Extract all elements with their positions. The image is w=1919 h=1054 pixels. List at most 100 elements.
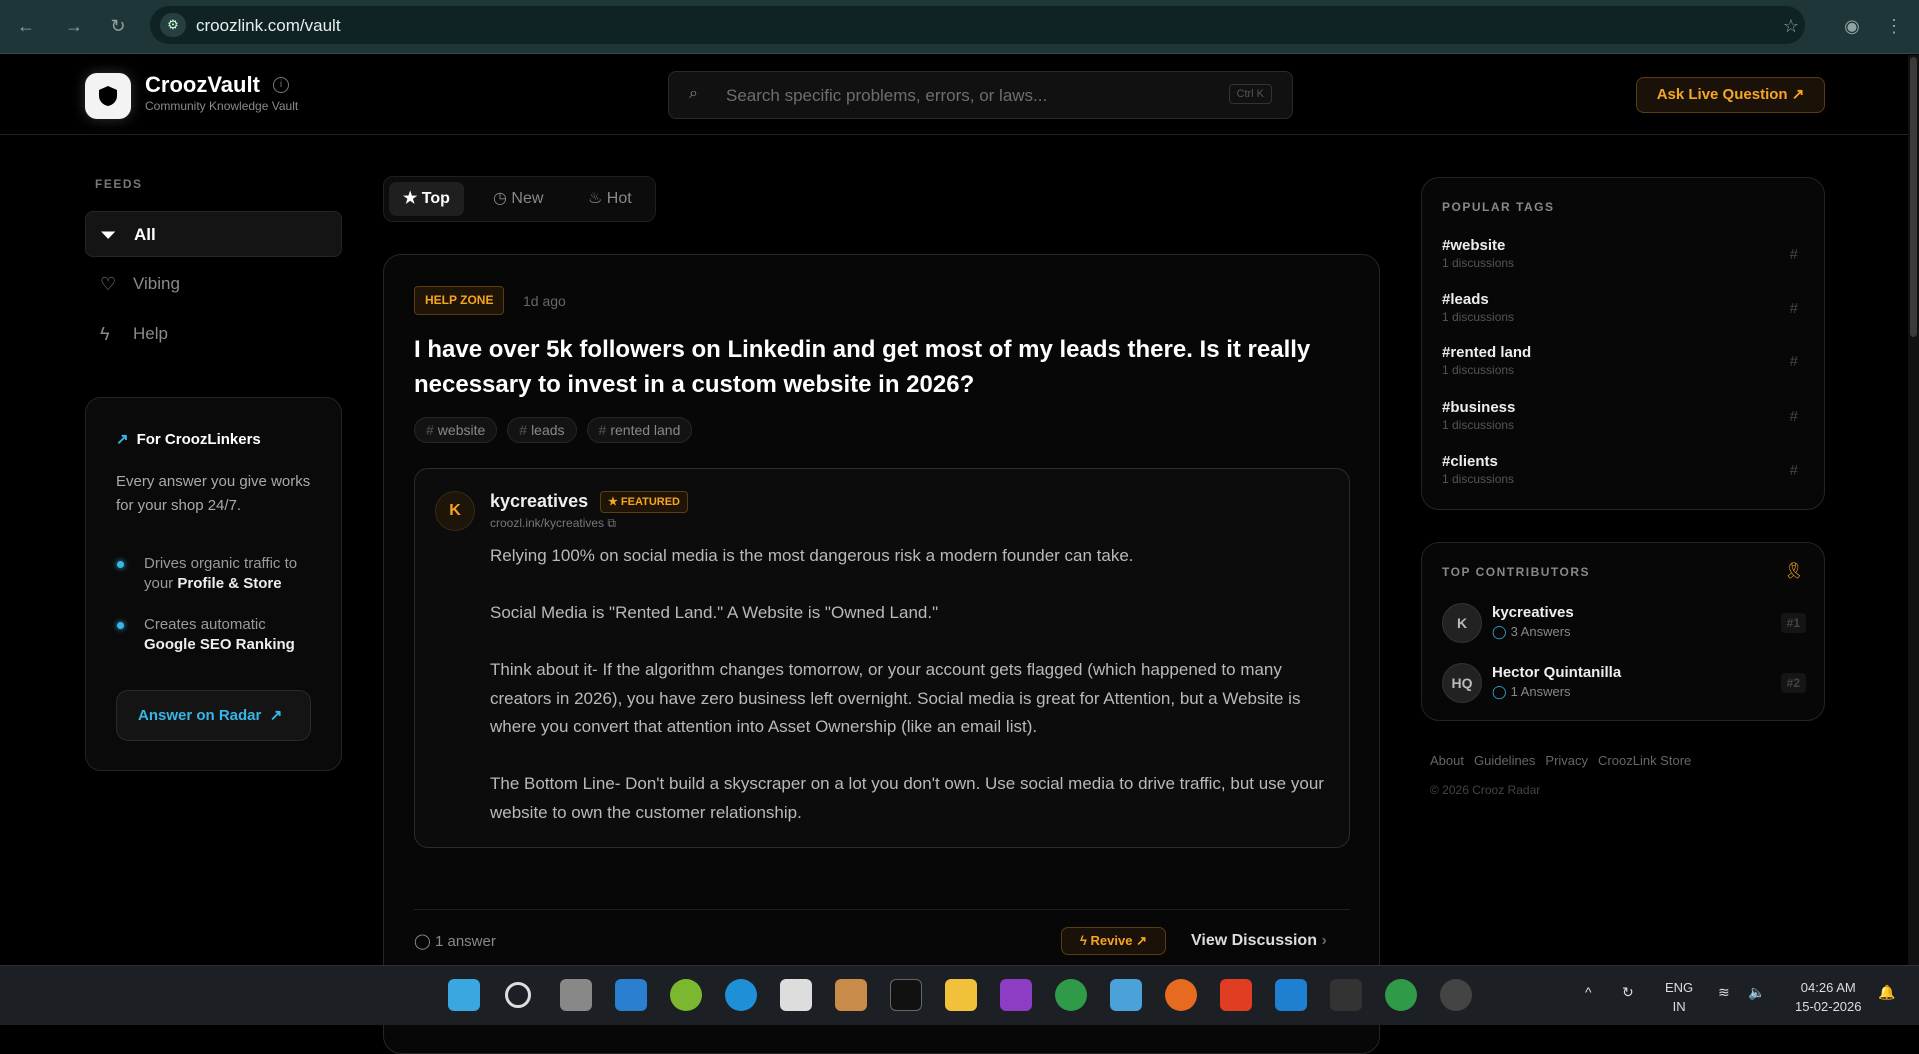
task-view-icon[interactable]	[560, 979, 592, 1011]
volume-icon[interactable]: 🔈	[1748, 984, 1765, 1001]
browser-toolbar: ← → ↻ ⚙ croozlink.com/vault ☆ ◉ ⋮	[0, 0, 1919, 54]
avatar[interactable]: K	[435, 491, 475, 531]
contributor-item[interactable]: HQHector Quintanilla◯1 Answers#2	[1442, 663, 1806, 703]
popular-tags-card: POPULAR TAGS #website1 discussions# #lea…	[1421, 177, 1825, 510]
brave-icon[interactable]	[1220, 979, 1252, 1011]
app-icon[interactable]	[670, 979, 702, 1011]
firefox-icon[interactable]	[1165, 979, 1197, 1011]
url-text: croozlink.com/vault	[196, 16, 341, 36]
terminal-icon[interactable]	[1330, 979, 1362, 1011]
brand-subtitle: Community Knowledge Vault	[145, 99, 298, 113]
card-title: TOP CONTRIBUTORS	[1442, 565, 1590, 579]
hash-icon: #	[1790, 353, 1798, 370]
filter-icon: ⏷	[101, 212, 115, 258]
footer-link[interactable]: Privacy	[1545, 753, 1588, 768]
hash-icon: #	[1790, 246, 1798, 263]
search-icon: ⌕	[689, 85, 698, 103]
category-badge[interactable]: HELP ZONE	[414, 286, 504, 315]
answer-count[interactable]: ◯ 1 answer	[414, 932, 496, 950]
promo-text: Every answer you give works for your sho…	[116, 470, 316, 518]
tag-chip[interactable]: #rented land	[587, 417, 693, 443]
popular-tag-item[interactable]: #clients1 discussions#	[1442, 453, 1806, 486]
chrome-active-icon[interactable]	[1385, 979, 1417, 1011]
author-link[interactable]: croozl.ink/kycreatives ⧉	[490, 516, 616, 531]
footer-link[interactable]: CroozLink Store	[1598, 753, 1691, 768]
file-explorer-icon[interactable]	[945, 979, 977, 1011]
taskbar: ^ ↻ ENGIN ≋ 🔈 04:26 AM15-02-2026 🔔	[0, 965, 1919, 1025]
trending-icon: ↗	[116, 431, 129, 448]
footer-link[interactable]: Guidelines	[1474, 753, 1535, 768]
app-icon[interactable]	[835, 979, 867, 1011]
nav-label: Vibing	[133, 274, 180, 293]
site-settings-icon[interactable]: ⚙	[160, 13, 186, 37]
card-title: POPULAR TAGS	[1442, 200, 1554, 214]
tag-chip[interactable]: #leads	[507, 417, 576, 443]
sidebar-item-help[interactable]: ϟHelp	[85, 311, 342, 357]
snipping-tool-icon[interactable]	[780, 979, 812, 1011]
post-card[interactable]: HELP ZONE 1d ago I have over 5k follower…	[383, 254, 1380, 1054]
reload-icon[interactable]: ↻	[106, 14, 130, 38]
language-indicator[interactable]: ENGIN	[1665, 978, 1693, 1016]
tab-new[interactable]: ◷ New	[479, 182, 557, 216]
answer-body: Relying 100% on social media is the most…	[490, 542, 1330, 856]
brand-title[interactable]: CroozVault	[145, 72, 260, 98]
popular-tag-item[interactable]: #website1 discussions#	[1442, 237, 1806, 270]
profile-icon[interactable]: ◉	[1840, 14, 1864, 38]
popular-tag-item[interactable]: #business1 discussions#	[1442, 399, 1806, 432]
forward-icon[interactable]: →	[62, 14, 86, 38]
popular-tag-item[interactable]: #rented land1 discussions#	[1442, 344, 1806, 377]
edge-icon[interactable]	[725, 979, 757, 1011]
terminal-icon[interactable]	[890, 979, 922, 1011]
start-icon[interactable]	[448, 979, 480, 1011]
notification-bell-icon[interactable]: 🔔	[1878, 984, 1895, 1001]
info-icon[interactable]: i	[273, 77, 289, 93]
notepad-icon[interactable]	[1110, 979, 1142, 1011]
search-input[interactable]: ⌕ Search specific problems, errors, or l…	[668, 71, 1293, 119]
footer-links: About Guidelines Privacy CroozLink Store	[1430, 753, 1691, 768]
nav-label: Help	[133, 324, 168, 343]
feed-tabs: ★ Top ◷ New ♨ Hot	[383, 176, 656, 222]
wifi-icon[interactable]: ≋	[1718, 984, 1730, 1001]
hash-icon: #	[1790, 300, 1798, 317]
answer-on-radar-button[interactable]: Answer on Radar ↗	[116, 690, 311, 741]
search-placeholder: Search specific problems, errors, or law…	[726, 86, 1047, 106]
chrome-icon[interactable]	[1055, 979, 1087, 1011]
promo-bullet: Creates automatic Google SEO Ranking	[116, 615, 326, 655]
obs-icon[interactable]	[1440, 979, 1472, 1011]
comment-icon: ◯	[414, 933, 431, 950]
tray-chevron-icon[interactable]: ^	[1585, 984, 1592, 1000]
app-header: CroozVault i Community Knowledge Vault ⌕…	[0, 55, 1908, 135]
hash-icon: #	[1790, 462, 1798, 479]
address-bar[interactable]: ⚙ croozlink.com/vault	[150, 6, 1805, 44]
post-title[interactable]: I have over 5k followers on Linkedin and…	[414, 332, 1314, 402]
view-discussion-link[interactable]: View Discussion ›	[1191, 932, 1327, 950]
back-icon[interactable]: ←	[14, 14, 38, 38]
nav-label: All	[134, 225, 156, 244]
shield-logo-icon[interactable]	[85, 73, 131, 119]
popular-tag-item[interactable]: #leads1 discussions#	[1442, 291, 1806, 324]
sync-icon[interactable]: ↻	[1622, 984, 1634, 1001]
tag-chip[interactable]: #website	[414, 417, 497, 443]
heart-icon: ♡	[100, 261, 116, 307]
scrollbar[interactable]	[1908, 55, 1919, 965]
sidebar-item-all[interactable]: ⏷ All	[85, 211, 342, 257]
copyright: © 2026 Crooz Radar	[1430, 783, 1540, 797]
bookmark-star-icon[interactable]: ☆	[1779, 14, 1803, 38]
tab-hot[interactable]: ♨ Hot	[574, 182, 646, 216]
vscode-icon[interactable]	[1275, 979, 1307, 1011]
widgets-icon[interactable]	[615, 979, 647, 1011]
ask-live-question-button[interactable]: Ask Live Question ↗	[1636, 77, 1825, 113]
shortcut-hint: Ctrl K	[1229, 84, 1273, 104]
revive-button[interactable]: ϟ Revive ↗	[1061, 927, 1166, 955]
search-icon[interactable]	[505, 982, 531, 1008]
answer-author[interactable]: kycreatives	[490, 491, 588, 512]
menu-icon[interactable]: ⋮	[1882, 14, 1906, 38]
clock[interactable]: 04:26 AM15-02-2026	[1795, 978, 1862, 1016]
onenote-icon[interactable]	[1000, 979, 1032, 1011]
arrow-up-right-icon: ↗	[1792, 86, 1805, 103]
sidebar-item-vibing[interactable]: ♡ Vibing	[85, 261, 342, 307]
divider	[414, 909, 1350, 910]
tab-top[interactable]: ★ Top	[389, 182, 464, 216]
contributor-item[interactable]: Kkycreatives◯3 Answers#1	[1442, 603, 1806, 643]
footer-link[interactable]: About	[1430, 753, 1464, 768]
